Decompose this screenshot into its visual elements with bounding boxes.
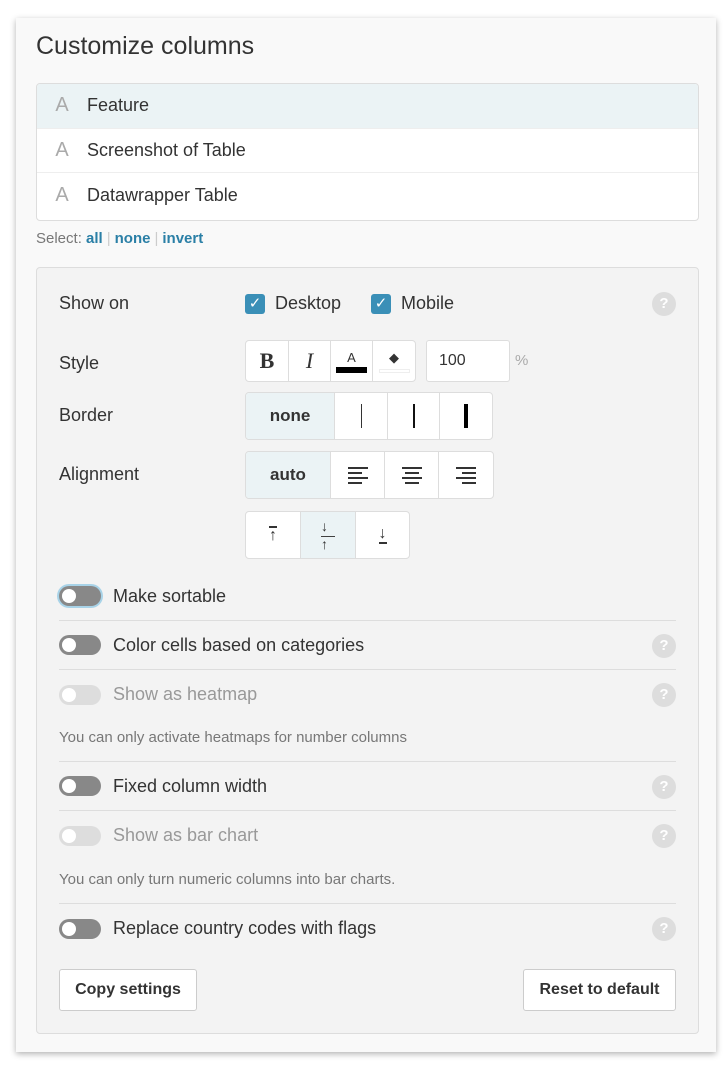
- fixed-width-row: Fixed column width: [59, 762, 676, 811]
- column-item-screenshot[interactable]: AScreenshot of Table: [37, 129, 698, 174]
- paint-bucket-icon: ◆: [389, 350, 399, 366]
- toggle-label: Fixed column width: [113, 776, 267, 797]
- text-type-icon: A: [37, 184, 87, 207]
- toggle-label: Show as bar chart: [113, 825, 258, 846]
- align-top-button[interactable]: ↑: [246, 512, 301, 558]
- mobile-checkbox[interactable]: ✓ Mobile: [371, 293, 454, 314]
- border-label: Border: [59, 405, 113, 426]
- italic-button[interactable]: I: [289, 341, 331, 381]
- medium-line-icon: [413, 404, 415, 428]
- show-on-label: Show on: [59, 293, 129, 314]
- text-type-icon: A: [37, 139, 87, 162]
- copy-settings-button[interactable]: Copy settings: [59, 969, 197, 1011]
- desktop-checkbox[interactable]: ✓ Desktop: [245, 293, 341, 314]
- align-left-button[interactable]: [331, 452, 385, 498]
- percent-unit: %: [515, 352, 528, 369]
- toggle-label: Show as heatmap: [113, 684, 257, 705]
- style-buttons: B I A ◆: [245, 340, 416, 382]
- column-list: AFeature AScreenshot of Table ADatawrapp…: [36, 83, 699, 221]
- column-label: Screenshot of Table: [87, 140, 246, 161]
- font-size-input[interactable]: 100: [426, 340, 510, 382]
- align-center-button[interactable]: [385, 452, 439, 498]
- thick-line-icon: [464, 404, 468, 428]
- help-icon[interactable]: ?: [652, 292, 676, 316]
- heatmap-note: You can only activate heatmaps for numbe…: [59, 729, 407, 746]
- align-right-button[interactable]: [439, 452, 493, 498]
- align-middle-button[interactable]: ↓—↑: [301, 512, 356, 558]
- page-title: Customize columns: [36, 32, 254, 61]
- align-middle-icon: ↓—↑: [321, 522, 335, 549]
- select-all-link[interactable]: all: [86, 230, 103, 247]
- country-flags-toggle[interactable]: [59, 919, 101, 939]
- checkmark-icon: ✓: [371, 294, 391, 314]
- text-type-icon: A: [37, 94, 87, 117]
- bold-button[interactable]: B: [246, 341, 289, 381]
- desktop-label: Desktop: [275, 293, 341, 314]
- customize-columns-card: Customize columns AFeature AScreenshot o…: [16, 18, 716, 1052]
- select-invert-link[interactable]: invert: [162, 230, 203, 247]
- text-color-icon: A: [347, 350, 356, 365]
- border-medium-button[interactable]: [388, 393, 440, 439]
- align-auto-button[interactable]: auto: [246, 452, 331, 498]
- toggle-label: Color cells based on categories: [113, 635, 364, 656]
- border-thin-button[interactable]: [335, 393, 388, 439]
- make-sortable-toggle[interactable]: [59, 586, 101, 606]
- country-flags-row: Replace country codes with flags: [59, 904, 676, 953]
- help-icon[interactable]: ?: [652, 775, 676, 799]
- color-cells-row: Color cells based on categories: [59, 621, 676, 670]
- color-cells-toggle[interactable]: [59, 635, 101, 655]
- border-none-button[interactable]: none: [246, 393, 335, 439]
- text-color-button[interactable]: A: [331, 341, 373, 381]
- align-bottom-button[interactable]: ↓: [356, 512, 409, 558]
- align-right-icon: [456, 467, 476, 484]
- border-buttons: none: [245, 392, 493, 440]
- reset-to-default-button[interactable]: Reset to default: [523, 969, 676, 1011]
- column-label: Feature: [87, 95, 149, 116]
- help-icon[interactable]: ?: [652, 917, 676, 941]
- align-top-icon: ↑: [269, 526, 277, 544]
- toggle-label: Replace country codes with flags: [113, 918, 376, 939]
- align-center-icon: [402, 467, 422, 484]
- column-item-feature[interactable]: AFeature: [37, 84, 698, 129]
- vertical-alignment-buttons: ↑ ↓—↑ ↓: [245, 511, 410, 559]
- toggle-label: Make sortable: [113, 586, 226, 607]
- bar-chart-row: Show as bar chart: [59, 811, 676, 860]
- border-thick-button[interactable]: [440, 393, 492, 439]
- background-color-button[interactable]: ◆: [373, 341, 415, 381]
- align-left-icon: [348, 467, 368, 484]
- checkmark-icon: ✓: [245, 294, 265, 314]
- heatmap-row: Show as heatmap: [59, 670, 676, 719]
- thin-line-icon: [361, 404, 362, 428]
- column-label: Datawrapper Table: [87, 185, 238, 206]
- select-none-link[interactable]: none: [115, 230, 151, 247]
- horizontal-alignment-buttons: auto: [245, 451, 494, 499]
- column-settings-panel: Show on ✓ Desktop ✓ Mobile ? Style B I A ◆…: [36, 267, 699, 1034]
- help-icon[interactable]: ?: [652, 683, 676, 707]
- bar-chart-toggle: [59, 826, 101, 846]
- select-label: Select:: [36, 230, 82, 247]
- heatmap-toggle: [59, 685, 101, 705]
- help-icon[interactable]: ?: [652, 824, 676, 848]
- select-links: Select: all|none|invert: [36, 230, 203, 247]
- make-sortable-row: Make sortable: [59, 572, 676, 621]
- alignment-label: Alignment: [59, 464, 139, 485]
- align-bottom-icon: ↓: [379, 526, 387, 544]
- column-item-datawrapper[interactable]: ADatawrapper Table: [37, 173, 698, 218]
- mobile-label: Mobile: [401, 293, 454, 314]
- fixed-width-toggle[interactable]: [59, 776, 101, 796]
- help-icon[interactable]: ?: [652, 634, 676, 658]
- style-label: Style: [59, 353, 99, 374]
- bar-chart-note: You can only turn numeric columns into b…: [59, 871, 395, 888]
